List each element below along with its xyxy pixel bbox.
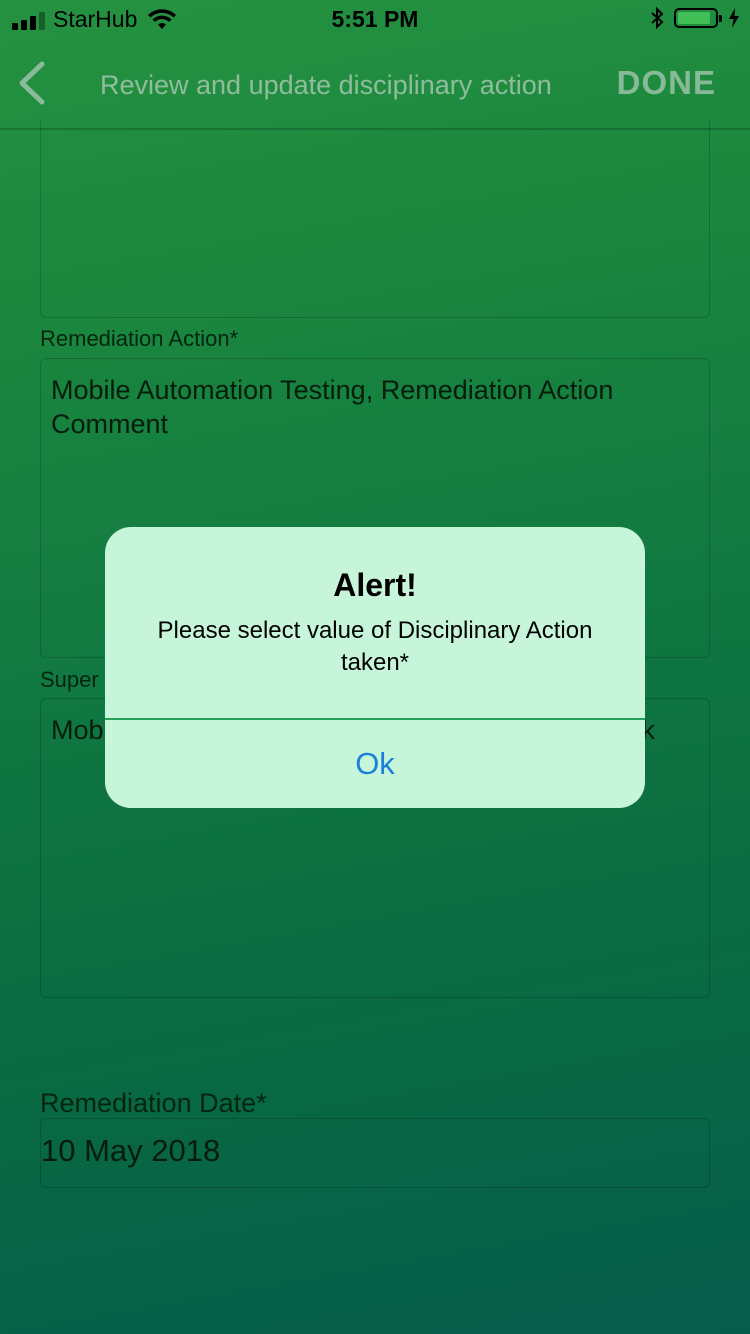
alert-ok-button[interactable]: Ok [105, 720, 645, 808]
alert-message: Please select value of Disciplinary Acti… [157, 617, 593, 676]
alert-title: Alert! [333, 567, 417, 603]
alert-dialog: Alert! Please select value of Disciplina… [105, 527, 645, 808]
app-screen: StarHub 5:51 PM Review and update discip… [0, 0, 750, 1334]
